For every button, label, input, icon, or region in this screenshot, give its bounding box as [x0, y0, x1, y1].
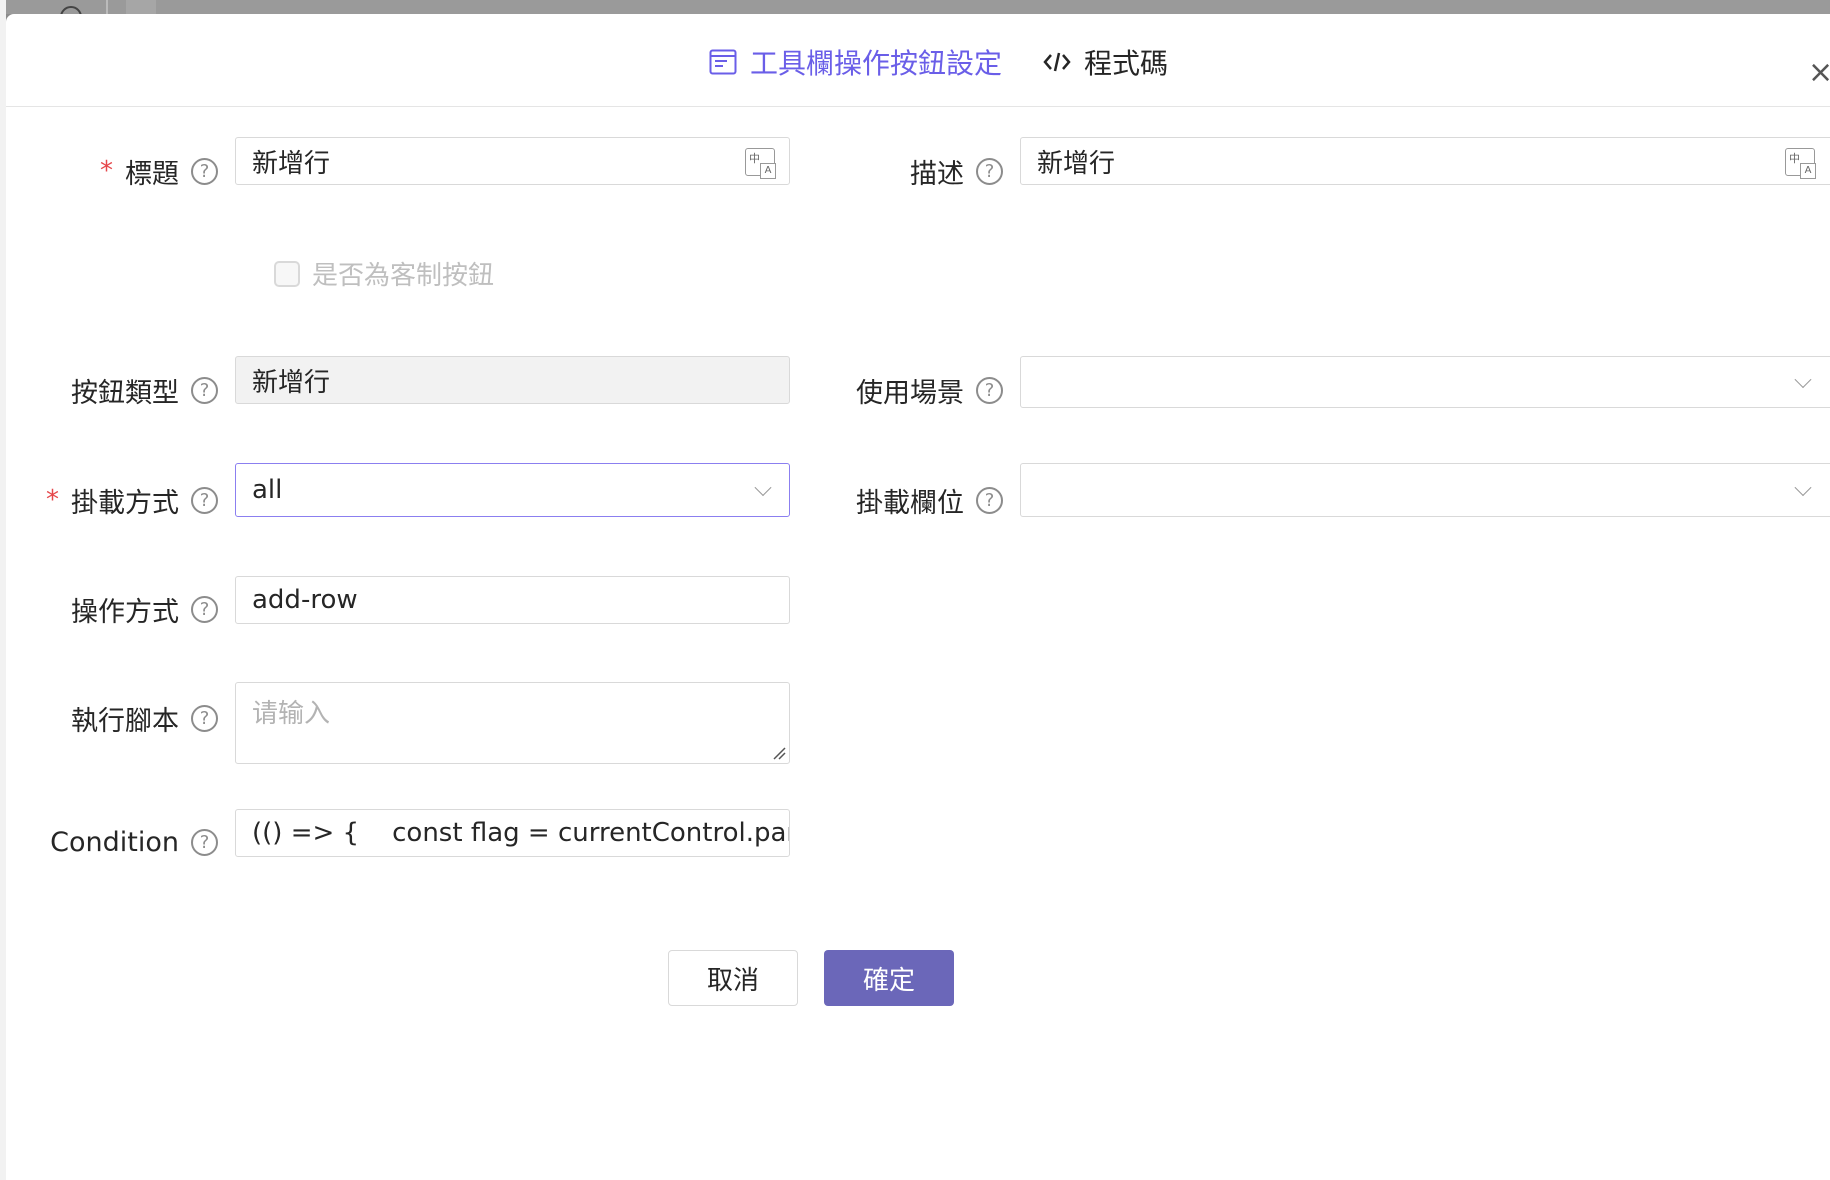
modal-header: 工具欄操作按鈕設定 程式碼 × [6, 14, 1830, 107]
description-label-text: 描述 [910, 158, 964, 190]
title-input-value: 新增行 [252, 148, 331, 179]
usage-scenario-select[interactable] [1020, 356, 1830, 408]
operation-value: add-row [252, 585, 358, 615]
help-icon[interactable]: ? [191, 595, 218, 623]
modal-tabs: 工具欄操作按鈕設定 程式碼 [6, 42, 1830, 82]
mount-method-value: all [252, 475, 283, 505]
script-label: 執行腳本 ? [6, 694, 218, 742]
help-icon[interactable]: ? [191, 376, 218, 404]
translate-icon[interactable]: 中A [745, 148, 776, 179]
mount-method-select[interactable]: all [235, 463, 790, 517]
toolbar-button-settings-modal: 工具欄操作按鈕設定 程式碼 × * 標題 ? 新增行 中A 描述 ? 新增行 中… [6, 14, 1830, 1180]
translate-icon[interactable]: 中A [1785, 148, 1816, 179]
help-icon[interactable]: ? [191, 704, 218, 732]
is-custom-checkbox-row: 是否為客制按鈕 [274, 255, 494, 292]
description-label: 描述 ? [796, 147, 1003, 195]
is-custom-checkbox[interactable] [274, 260, 300, 287]
usage-scenario-label: 使用場景 ? [796, 366, 1003, 414]
help-icon[interactable]: ? [191, 486, 218, 514]
condition-label-text: Condition [50, 826, 179, 858]
usage-scenario-label-text: 使用場景 [856, 377, 964, 409]
tab-toolbar-button-settings[interactable]: 工具欄操作按鈕設定 [708, 42, 1002, 82]
chevron-down-icon [1794, 479, 1812, 497]
window-icon [708, 47, 738, 77]
help-icon[interactable]: ? [191, 157, 218, 185]
code-icon [1042, 47, 1072, 77]
tab-label: 程式碼 [1084, 47, 1169, 80]
background-block [126, 0, 156, 14]
script-label-text: 執行腳本 [71, 705, 179, 737]
condition-input[interactable]: (() => { const flag = currentControl.par… [235, 809, 790, 857]
operation-input[interactable]: add-row [235, 576, 790, 624]
resize-handle-icon[interactable] [772, 746, 786, 760]
chevron-down-icon [1794, 371, 1812, 389]
chevron-down-icon [754, 479, 772, 497]
mount-method-label-text: 掛載方式 [71, 487, 179, 519]
title-label: * 標題 ? [6, 147, 218, 195]
description-input-value: 新增行 [1037, 148, 1116, 179]
mount-field-label: 掛載欄位 ? [796, 476, 1003, 524]
button-type-input[interactable]: 新增行 [235, 356, 790, 404]
mount-method-label: * 掛載方式 ? [6, 476, 218, 524]
operation-label-text: 操作方式 [71, 596, 179, 628]
confirm-button[interactable]: 確定 [824, 950, 954, 1006]
mount-field-select[interactable] [1020, 463, 1830, 517]
title-label-text: 標題 [125, 158, 179, 190]
background-divider [106, 0, 108, 14]
is-custom-label: 是否為客制按鈕 [312, 261, 495, 291]
help-icon[interactable]: ? [976, 157, 1003, 185]
help-icon[interactable]: ? [976, 486, 1003, 514]
required-mark: * [46, 485, 59, 515]
close-icon[interactable]: × [1808, 58, 1830, 88]
help-icon[interactable]: ? [191, 828, 218, 856]
button-type-label: 按鈕類型 ? [6, 366, 218, 414]
button-type-value: 新增行 [252, 367, 331, 398]
background-app-bar [0, 0, 1830, 28]
cancel-button[interactable]: 取消 [668, 950, 798, 1006]
tab-label: 工具欄操作按鈕設定 [749, 47, 1002, 80]
description-input[interactable]: 新增行 中A [1020, 137, 1830, 185]
title-input[interactable]: 新增行 中A [235, 137, 790, 185]
operation-label: 操作方式 ? [6, 585, 218, 633]
script-placeholder: 请输入 [252, 699, 331, 729]
script-textarea[interactable]: 请输入 [235, 682, 790, 764]
condition-label: Condition ? [6, 818, 218, 866]
tab-code[interactable]: 程式碼 [1042, 42, 1168, 82]
button-type-label-text: 按鈕類型 [71, 377, 179, 409]
required-mark: * [100, 156, 113, 186]
condition-value: (() => { const flag = currentControl.par… [252, 818, 789, 848]
mount-field-label-text: 掛載欄位 [856, 487, 964, 519]
help-icon[interactable]: ? [976, 376, 1003, 404]
